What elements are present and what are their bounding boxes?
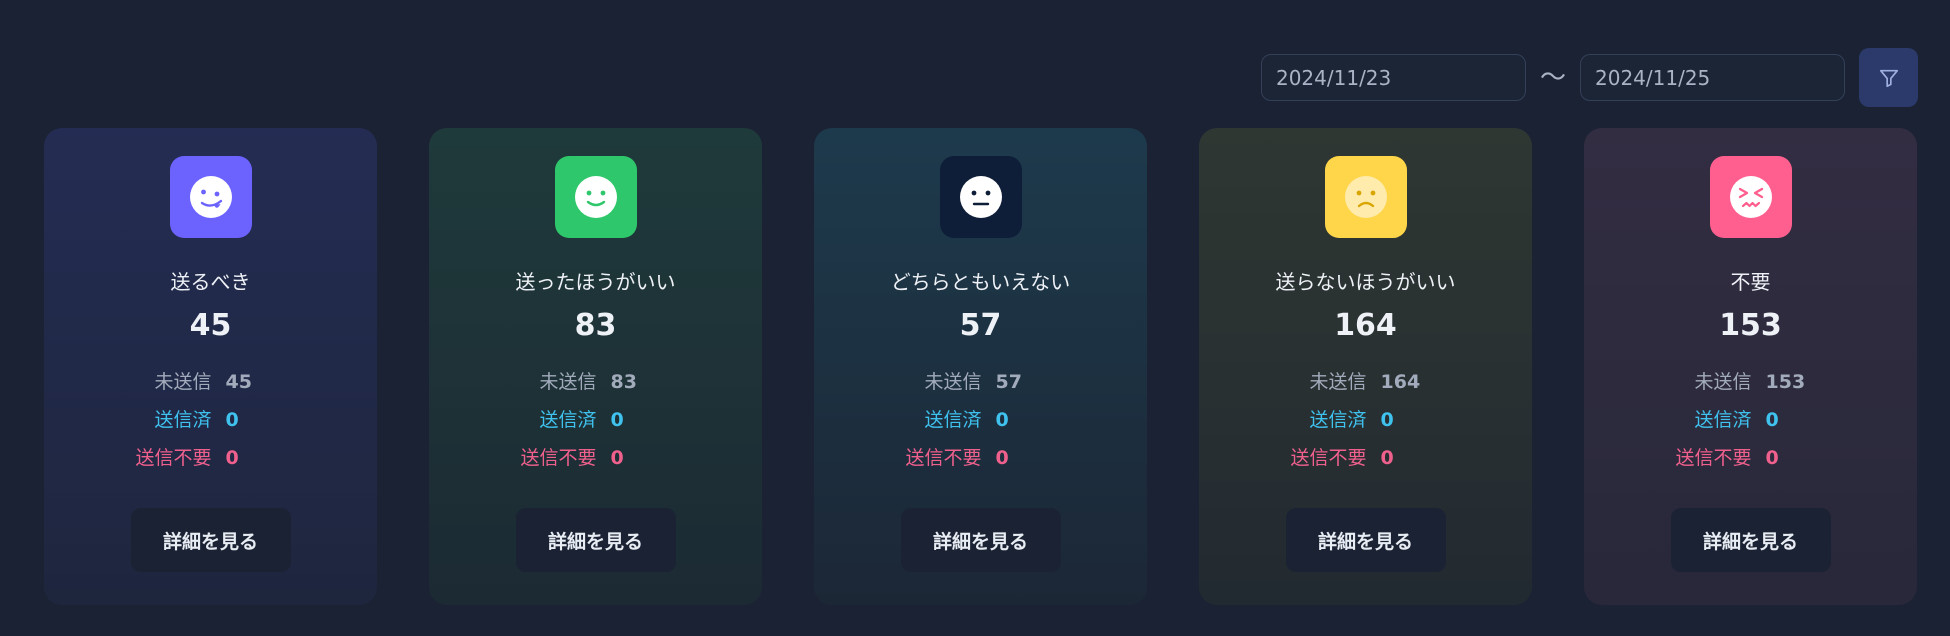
stat-label: 未送信 (539, 371, 597, 393)
card-total: 164 (1334, 308, 1397, 343)
filter-icon (1879, 69, 1898, 87)
stat-value: 0 (1380, 409, 1394, 431)
stat-value: 0 (1765, 409, 1779, 431)
icon-box (554, 156, 637, 238)
date-filter-bar: 〜 (1260, 48, 1918, 107)
stats-list: 未送信 83 送信済 0 送信不要 0 (501, 368, 691, 472)
view-details-button[interactable]: 詳細を見る (1285, 508, 1446, 572)
stat-no-send: 送信不要 0 (501, 444, 691, 472)
stat-label: 送信済 (154, 409, 212, 431)
stat-unsent: 未送信 45 (116, 368, 306, 396)
tongue-out-face-icon (189, 176, 232, 218)
stat-unsent: 未送信 153 (1656, 368, 1846, 396)
stat-label: 送信済 (924, 409, 982, 431)
stats-list: 未送信 153 送信済 0 送信不要 0 (1656, 368, 1846, 472)
category-cards: 送るべき 45 未送信 45 送信済 0 送信不要 0 詳細を見る 送ったほうが… (44, 128, 1917, 605)
stat-no-send: 送信不要 0 (116, 444, 306, 472)
view-details-button[interactable]: 詳細を見る (900, 508, 1061, 572)
category-card-neutral: どちらともいえない 57 未送信 57 送信済 0 送信不要 0 詳細を見る (814, 128, 1147, 605)
stat-value: 0 (225, 409, 239, 431)
card-title: 不要 (1730, 270, 1771, 294)
stat-label: 未送信 (154, 371, 212, 393)
angry-face-icon (1729, 176, 1772, 218)
stat-label: 送信不要 (1675, 447, 1752, 469)
frown-face-icon (1344, 176, 1387, 218)
stat-no-send: 送信不要 0 (886, 444, 1076, 472)
stat-unsent: 未送信 57 (886, 368, 1076, 396)
stat-label: 送信済 (1309, 409, 1367, 431)
stat-label: 未送信 (1309, 371, 1367, 393)
view-details-button[interactable]: 詳細を見る (130, 508, 291, 572)
stat-sent: 送信済 0 (501, 406, 691, 434)
stat-value: 0 (1380, 447, 1394, 469)
stat-label: 送信済 (539, 409, 597, 431)
stat-label: 送信不要 (135, 447, 212, 469)
category-card-send: 送るべき 45 未送信 45 送信済 0 送信不要 0 詳細を見る (44, 128, 377, 605)
stats-list: 未送信 164 送信済 0 送信不要 0 (1271, 368, 1461, 472)
stat-sent: 送信済 0 (1271, 406, 1461, 434)
stat-value: 0 (995, 447, 1009, 469)
icon-box (1324, 156, 1407, 238)
category-card-unnecessary: 不要 153 未送信 153 送信済 0 送信不要 0 詳細を見る (1584, 128, 1917, 605)
stats-list: 未送信 57 送信済 0 送信不要 0 (886, 368, 1076, 472)
date-range-separator: 〜 (1539, 62, 1566, 93)
dashboard: 〜 送るべき 45 未送信 (0, 0, 1950, 636)
card-title: 送らないほうがいい (1275, 270, 1456, 294)
stat-value: 45 (225, 371, 252, 393)
stat-sent: 送信済 0 (886, 406, 1076, 434)
card-title: 送るべき (170, 270, 251, 294)
end-date-input[interactable] (1580, 54, 1845, 101)
neutral-face-icon (959, 176, 1002, 218)
smile-face-icon (574, 176, 617, 218)
card-title: 送ったほうがいい (515, 270, 676, 294)
stat-value: 0 (225, 447, 239, 469)
stat-label: 送信済 (1694, 409, 1752, 431)
stat-label: 未送信 (1694, 371, 1752, 393)
stat-value: 153 (1765, 371, 1806, 393)
stat-label: 送信不要 (905, 447, 982, 469)
icon-box (169, 156, 252, 238)
start-date-input[interactable] (1260, 54, 1526, 101)
icon-box (939, 156, 1022, 238)
category-card-better-not-send: 送らないほうがいい 164 未送信 164 送信済 0 送信不要 0 詳細を見る (1199, 128, 1532, 605)
card-title: どちらともいえない (890, 270, 1071, 294)
stat-no-send: 送信不要 0 (1656, 444, 1846, 472)
stat-value: 0 (995, 409, 1009, 431)
stat-value: 0 (1765, 447, 1779, 469)
category-card-better-send: 送ったほうがいい 83 未送信 83 送信済 0 送信不要 0 詳細を見る (429, 128, 762, 605)
card-total: 57 (959, 308, 1002, 343)
stat-value: 83 (610, 371, 637, 393)
stat-no-send: 送信不要 0 (1271, 444, 1461, 472)
stat-label: 送信不要 (1290, 447, 1367, 469)
card-total: 45 (189, 308, 232, 343)
icon-box (1709, 156, 1792, 238)
stats-list: 未送信 45 送信済 0 送信不要 0 (116, 368, 306, 472)
filter-button[interactable] (1859, 48, 1918, 107)
view-details-button[interactable]: 詳細を見る (515, 508, 676, 572)
stat-label: 未送信 (924, 371, 982, 393)
stat-value: 0 (610, 409, 624, 431)
stat-sent: 送信済 0 (1656, 406, 1846, 434)
stat-value: 0 (610, 447, 624, 469)
stat-value: 164 (1380, 371, 1421, 393)
card-total: 153 (1719, 308, 1782, 343)
stat-value: 57 (995, 371, 1022, 393)
stat-unsent: 未送信 164 (1271, 368, 1461, 396)
view-details-button[interactable]: 詳細を見る (1670, 508, 1831, 572)
card-total: 83 (574, 308, 617, 343)
stat-unsent: 未送信 83 (501, 368, 691, 396)
stat-sent: 送信済 0 (116, 406, 306, 434)
stat-label: 送信不要 (520, 447, 597, 469)
